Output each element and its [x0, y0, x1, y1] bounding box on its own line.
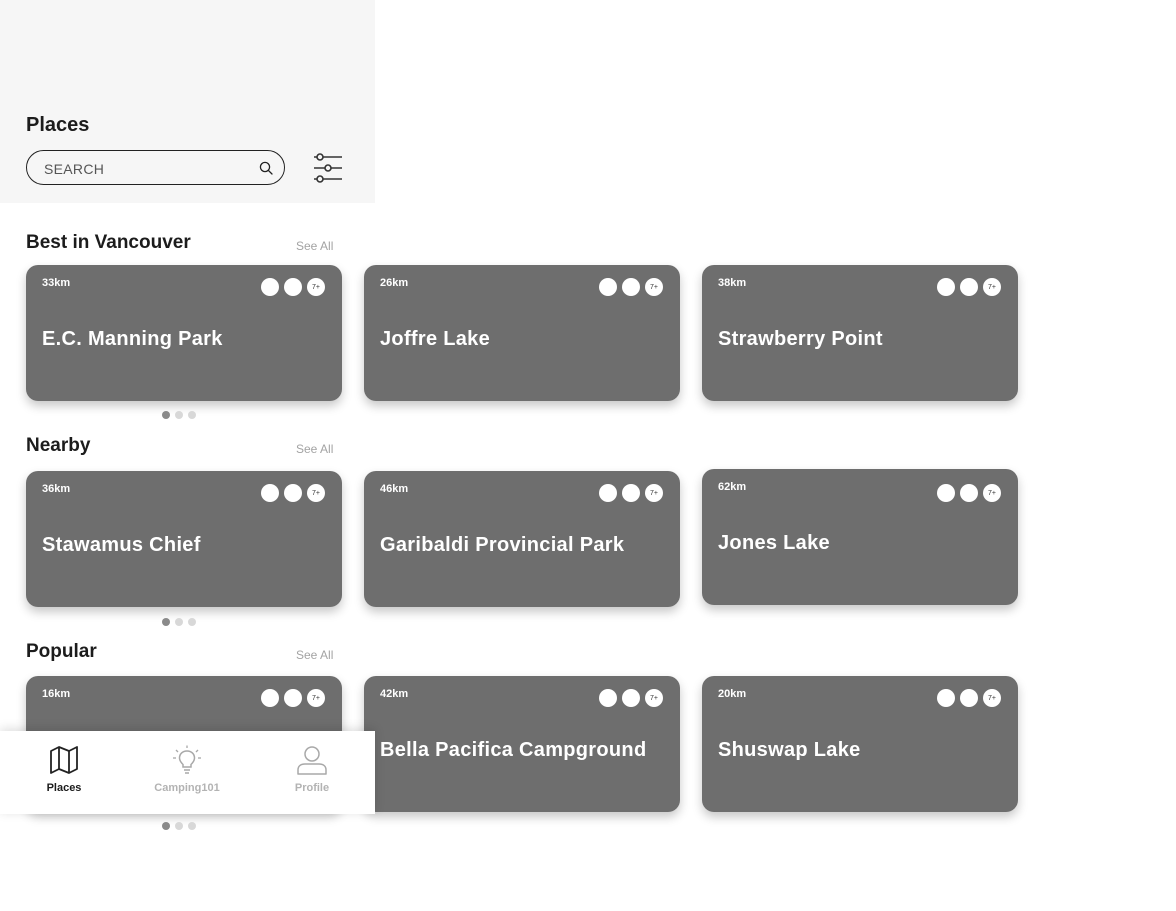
visitor-avatar [937, 484, 955, 502]
card-distance: 46km [380, 483, 409, 495]
visitor-avatar [261, 278, 279, 296]
card-place-name: Shuswap Lake [718, 739, 861, 761]
bottom-tab-bar: Places Camping101 Profile [0, 731, 375, 814]
visitor-avatar [960, 689, 978, 707]
visitor-count-badge: 7+ [307, 689, 325, 707]
card-distance: 26km [380, 277, 409, 289]
pager-dot[interactable] [175, 822, 183, 830]
visitor-count-badge: 7+ [983, 689, 1001, 707]
visitor-avatar [960, 278, 978, 296]
tab-profile[interactable]: Profile [257, 731, 367, 814]
card-visitor-avatars: 7+ [937, 484, 1001, 502]
search-bar[interactable] [26, 150, 285, 185]
pager-dot[interactable] [188, 411, 196, 419]
tab-places[interactable]: Places [9, 731, 119, 814]
card-place-name: Strawberry Point [718, 328, 883, 350]
card-distance: 42km [380, 688, 409, 700]
visitor-avatar [284, 278, 302, 296]
person-icon [297, 746, 327, 775]
visitor-avatar [599, 689, 617, 707]
pager-dot-active[interactable] [162, 618, 170, 626]
pager-dot[interactable] [175, 618, 183, 626]
visitor-count-badge: 7+ [645, 278, 663, 296]
pager-dot[interactable] [175, 411, 183, 419]
search-icon[interactable] [258, 160, 274, 176]
card-place-name: Joffre Lake [380, 328, 491, 350]
visitor-avatar [960, 484, 978, 502]
visitor-avatar [622, 484, 640, 502]
card-distance: 36km [42, 483, 71, 495]
visitor-count-badge: 7+ [307, 484, 325, 502]
pager-dot[interactable] [188, 618, 196, 626]
carousel-pager [162, 822, 196, 830]
card-visitor-avatars: 7+ [261, 278, 325, 296]
see-all-best-link[interactable]: See All [296, 239, 333, 253]
visitor-avatar [599, 278, 617, 296]
visitor-count-badge: 7+ [307, 278, 325, 296]
map-icon [50, 746, 78, 774]
card-distance: 33km [42, 277, 71, 289]
card-place-name: E.C. Manning Park [42, 328, 223, 350]
visitor-avatar [937, 689, 955, 707]
visitor-avatar [261, 689, 279, 707]
place-card[interactable]: 38km 7+ Strawberry Point [702, 265, 1018, 401]
card-visitor-avatars: 7+ [261, 689, 325, 707]
header-panel: Places [0, 0, 375, 203]
card-place-name: Bella Pacifica Campground [380, 739, 647, 761]
card-distance: 62km [718, 481, 747, 493]
place-card[interactable]: 42km 7+ Bella Pacifica Campground [364, 676, 680, 812]
place-card[interactable]: 33km 7+ E.C. Manning Park [26, 265, 342, 401]
pager-dot-active[interactable] [162, 822, 170, 830]
card-place-name: Garibaldi Provincial Park [380, 534, 625, 556]
lightbulb-icon [173, 745, 201, 774]
place-card[interactable]: 26km 7+ Joffre Lake [364, 265, 680, 401]
page-title: Places [26, 114, 90, 136]
section-title-best: Best in Vancouver [26, 232, 191, 253]
visitor-count-badge: 7+ [645, 689, 663, 707]
place-card[interactable]: 20km 7+ Shuswap Lake [702, 676, 1018, 812]
see-all-nearby-link[interactable]: See All [296, 442, 333, 456]
visitor-count-badge: 7+ [983, 278, 1001, 296]
visitor-avatar [622, 689, 640, 707]
sliders-icon[interactable] [312, 152, 344, 184]
card-visitor-avatars: 7+ [599, 484, 663, 502]
visitor-count-badge: 7+ [645, 484, 663, 502]
card-visitor-avatars: 7+ [599, 689, 663, 707]
place-card[interactable]: 62km 7+ Jones Lake [702, 469, 1018, 605]
card-distance: 38km [718, 277, 747, 289]
pager-dot-active[interactable] [162, 411, 170, 419]
visitor-avatar [622, 278, 640, 296]
section-title-popular: Popular [26, 641, 97, 662]
visitor-avatar [937, 278, 955, 296]
section-title-nearby: Nearby [26, 435, 91, 456]
card-visitor-avatars: 7+ [937, 278, 1001, 296]
visitor-avatar [599, 484, 617, 502]
tab-label: Profile [294, 782, 330, 794]
visitor-avatar [284, 484, 302, 502]
card-place-name: Stawamus Chief [42, 534, 201, 556]
see-all-popular-link[interactable]: See All [296, 648, 333, 662]
card-visitor-avatars: 7+ [261, 484, 325, 502]
visitor-avatar [261, 484, 279, 502]
visitor-count-badge: 7+ [983, 484, 1001, 502]
place-card[interactable]: 36km 7+ Stawamus Chief [26, 471, 342, 607]
search-input[interactable] [42, 158, 246, 180]
card-visitor-avatars: 7+ [599, 278, 663, 296]
tab-label: Camping101 [154, 782, 220, 794]
card-visitor-avatars: 7+ [937, 689, 1001, 707]
card-distance: 16km [42, 688, 71, 700]
carousel-pager [162, 411, 196, 419]
visitor-avatar [284, 689, 302, 707]
pager-dot[interactable] [188, 822, 196, 830]
carousel-pager [162, 618, 196, 626]
card-distance: 20km [718, 688, 747, 700]
card-place-name: Jones Lake [718, 532, 830, 554]
tab-camping101[interactable]: Camping101 [132, 731, 242, 814]
tab-label: Places [46, 782, 82, 794]
place-card[interactable]: 46km 7+ Garibaldi Provincial Park [364, 471, 680, 607]
